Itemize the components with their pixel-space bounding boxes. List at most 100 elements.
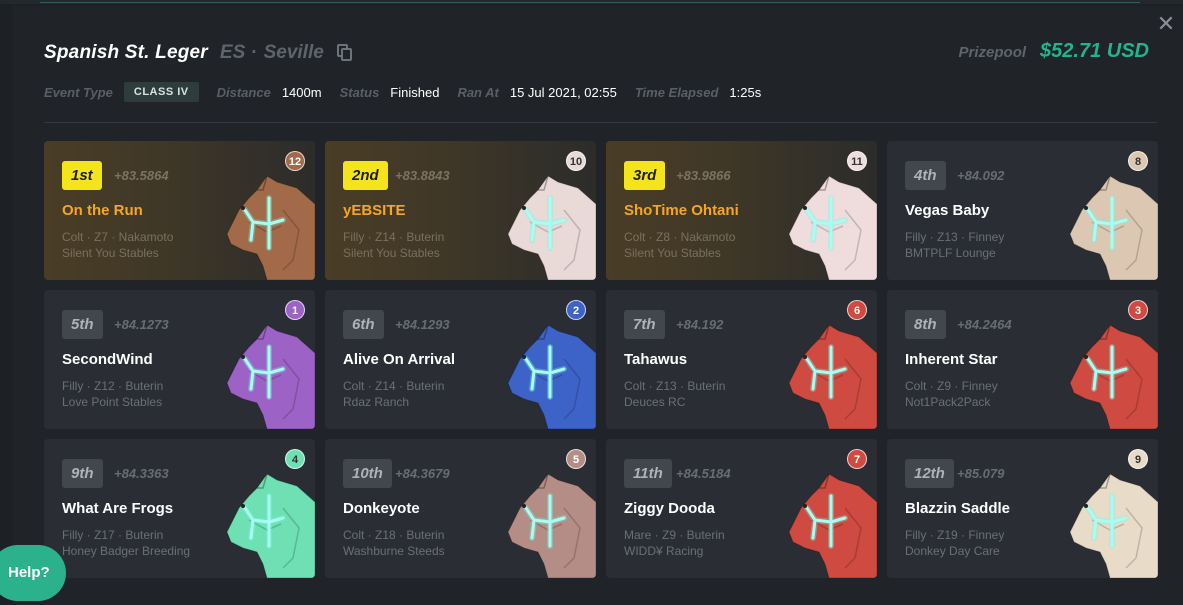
time-elapsed-label: Time Elapsed [634,84,719,100]
horse-head-icon [507,324,596,429]
result-card[interactable]: 1st +83.5864 On the Run Colt · Z7 · Naka… [44,141,315,280]
horse-details: Filly · Z17 · Buterin [62,528,164,542]
horse-details: Filly · Z14 · Buterin [343,230,445,244]
result-card[interactable]: 5th +84.1273 SecondWind Filly · Z12 · Bu… [44,290,315,429]
horse-head-icon [226,324,315,429]
gate-number-badge: 12 [285,151,305,171]
copy-icon[interactable] [336,44,353,62]
prizepool-value: $52.71 USD [1040,40,1149,62]
horse-name[interactable]: What Are Frogs [62,500,173,517]
finish-time: +84.192 [676,317,724,332]
horse-name[interactable]: Tahawus [624,351,687,368]
finish-position-badge: 8th [905,310,946,339]
gate-number-badge: 1 [285,300,305,320]
gate-number-badge: 7 [847,449,867,469]
result-card[interactable]: 4th +84.092 Vegas Baby Filly · Z13 · Fin… [887,141,1158,280]
finish-time: +84.092 [957,168,1005,183]
horse-name[interactable]: Ziggy Dooda [624,500,715,517]
distance-value: 1400m [281,84,322,100]
horse-head-icon [1069,473,1158,578]
event-header: Spanish St. Leger ES · Seville [44,40,353,66]
result-card[interactable]: 9th +84.3363 What Are Frogs Filly · Z17 … [44,439,315,578]
finish-position-badge: 11th [624,459,672,488]
finish-position-badge: 7th [624,310,665,339]
horse-head-icon [788,324,877,429]
header-divider [44,122,1157,123]
result-card[interactable]: 8th +84.2464 Inherent Star Colt · Z9 · F… [887,290,1158,429]
finish-position-badge: 10th [343,459,392,488]
close-icon[interactable]: ✕ [1156,13,1176,35]
result-card[interactable]: 3rd +83.9866 ShoTime Ohtani Colt · Z8 · … [606,141,877,280]
stable-name: Silent You Stables [624,246,721,260]
ran-at-value: 15 Jul 2021, 02:55 [509,84,617,100]
stable-name: Love Point Stables [62,395,163,409]
horse-name[interactable]: Alive On Arrival [343,351,455,368]
horse-name[interactable]: yEBSITE [343,202,406,219]
event-track: Seville [263,42,324,63]
stable-name: Deuces RC [624,395,686,409]
result-card[interactable]: 11th +84.5184 Ziggy Dooda Mare · Z9 · Bu… [606,439,877,578]
event-class-badge: CLASS IV [123,82,199,102]
title-separator: · [251,42,258,63]
finish-position-badge: 4th [905,161,946,190]
horse-head-icon [226,175,315,280]
horse-name[interactable]: Blazzin Saddle [905,500,1010,517]
finish-position-badge: 6th [343,310,384,339]
result-card[interactable]: 10th +84.3679 Donkeyote Colt · Z18 · But… [325,439,596,578]
event-type-label: Event Type [44,84,113,100]
finish-position-badge: 5th [62,310,103,339]
finish-position-badge: 3rd [624,161,666,190]
result-card[interactable]: 6th +84.1293 Alive On Arrival Colt · Z14… [325,290,596,429]
stable-name: Honey Badger Breeding [62,544,191,558]
help-button[interactable]: Help? [0,545,66,601]
horse-details: Colt · Z7 · Nakamoto [62,230,174,244]
results-grid: 1st +83.5864 On the Run Colt · Z7 · Naka… [44,141,1158,578]
horse-head-icon [1069,324,1158,429]
finish-position-badge: 12th [905,459,954,488]
event-title: Spanish St. Leger [44,42,208,63]
finish-position-badge: 2nd [343,161,388,190]
ran-at-label: Ran At [457,84,499,100]
horse-name[interactable]: Vegas Baby [905,202,989,219]
gate-number-badge: 11 [847,151,867,171]
horse-head-icon [788,175,877,280]
horse-head-icon [507,473,596,578]
horse-name[interactable]: On the Run [62,202,143,219]
distance-label: Distance [216,84,271,100]
gate-number-badge: 2 [566,300,586,320]
stable-name: BMTPLF Lounge [905,246,996,260]
gate-number-badge: 10 [566,151,586,171]
horse-name[interactable]: Inherent Star [905,351,998,368]
event-meta-row: Event Type CLASS IV Distance 1400m Statu… [44,82,779,102]
result-card[interactable]: 2nd +83.8843 yEBSITE Filly · Z14 · Buter… [325,141,596,280]
horse-name[interactable]: ShoTime Ohtani [624,202,739,219]
finish-time: +84.3363 [114,466,169,481]
finish-time: +84.2464 [957,317,1012,332]
stable-name: Silent You Stables [343,246,440,260]
finish-time: +83.8843 [395,168,450,183]
gate-number-badge: 8 [1128,151,1148,171]
horse-details: Colt · Z14 · Buterin [343,379,445,393]
horse-details: Colt · Z8 · Nakamoto [624,230,736,244]
horse-name[interactable]: SecondWind [62,351,153,368]
horse-name[interactable]: Donkeyote [343,500,420,517]
result-card[interactable]: 7th +84.192 Tahawus Colt · Z13 · Buterin… [606,290,877,429]
gate-number-badge: 3 [1128,300,1148,320]
finish-time: +83.9866 [676,168,731,183]
finish-time: +84.1273 [114,317,169,332]
time-elapsed-value: 1:25s [729,84,762,100]
result-card[interactable]: 12th +85.079 Blazzin Saddle Filly · Z19 … [887,439,1158,578]
stable-name: Silent You Stables [62,246,159,260]
horse-head-icon [226,473,315,578]
stable-name: Washburne Steeds [343,544,445,558]
top-accent-line [40,2,1140,3]
horse-details: Mare · Z9 · Buterin [624,528,725,542]
horse-head-icon [788,473,877,578]
horse-details: Colt · Z9 · Finney [905,379,998,393]
finish-time: +84.5184 [676,466,731,481]
finish-time: +83.5864 [114,168,169,183]
finish-position-badge: 1st [62,161,102,190]
horse-details: Filly · Z19 · Finney [905,528,1005,542]
status-label: Status [339,84,380,100]
finish-time: +85.079 [957,466,1005,481]
